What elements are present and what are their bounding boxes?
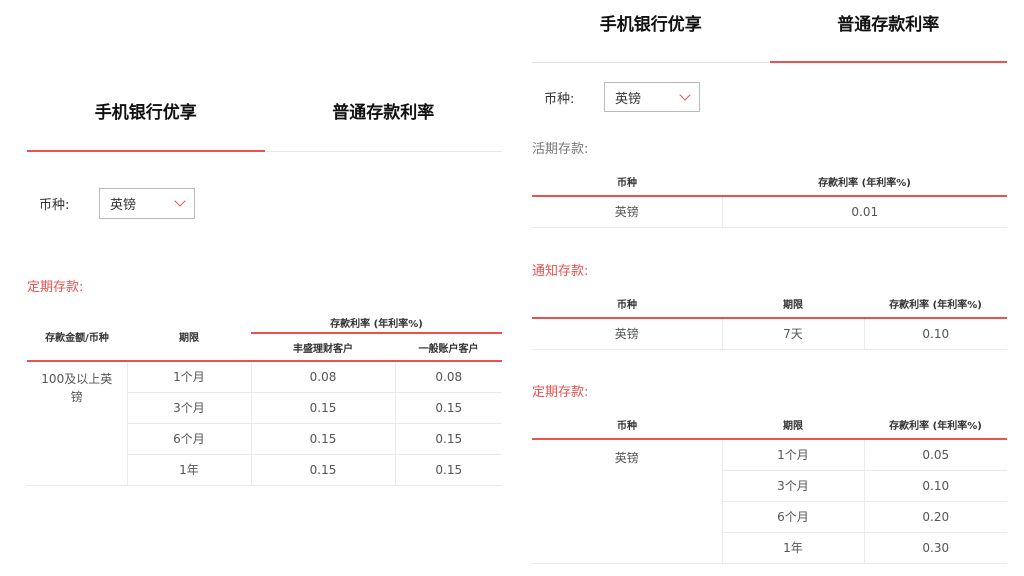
header-term: 期限 (127, 313, 251, 362)
currency-row: 币种: 英镑 (544, 82, 700, 112)
rate-cell: 0.10 (864, 318, 1007, 350)
term-cell: 1年 (722, 532, 865, 564)
currency-label: 币种: (39, 198, 70, 213)
notice-deposit-title: 通知存款: (532, 264, 589, 279)
header-currency: 币种 (532, 411, 722, 440)
rate-cell: 0.15 (395, 454, 502, 486)
table-row: 英镑 7天 0.10 (532, 318, 1007, 350)
right-panel: 手机银行优享 普通存款利率 币种: 英镑 活期存款: 币种 存款利率 (年利率%… (532, 0, 1007, 564)
header-rate: 存款利率 (年利率%) (864, 290, 1007, 319)
header-rate-group: 存款利率 (年利率%) (251, 313, 502, 334)
currency-value: 英镑 (615, 91, 642, 107)
tab-label: 手机银行优享 (599, 15, 702, 35)
table-row: 100及以上英镑 1个月 0.08 0.08 (27, 361, 502, 486)
rate-cell: 0.15 (251, 454, 396, 486)
chevron-down-icon (679, 88, 691, 101)
tab-standard-rates[interactable]: 普通存款利率 (265, 0, 503, 151)
table-row: 英镑 0.01 (532, 196, 1007, 228)
currency-label: 币种: (544, 91, 575, 107)
tab-standard-rates[interactable]: 普通存款利率 (769, 0, 1008, 63)
rate-cell: 0.05 (864, 439, 1007, 471)
rate-cell: 0.01 (722, 196, 1007, 228)
rate-cell: 0.15 (251, 392, 396, 424)
demand-deposit-title: 活期存款: (532, 142, 589, 157)
tab-label: 普通存款利率 (837, 15, 940, 35)
header-amount: 存款金额/币种 (27, 313, 127, 362)
table-row: 英镑 1个月 0.05 (532, 439, 1007, 564)
rate-cell: 0.08 (251, 361, 396, 393)
tab-bar: 手机银行优享 普通存款利率 (27, 0, 502, 152)
rate-cell: 0.15 (395, 423, 502, 455)
currency-select[interactable]: 英镑 (604, 82, 700, 112)
currency-value: 英镑 (110, 198, 137, 213)
rate-cell: 0.15 (395, 392, 502, 424)
term-cell: 6个月 (722, 501, 865, 533)
tab-mobile-banking[interactable]: 手机银行优享 (532, 0, 770, 62)
demand-deposit-table: 币种 存款利率 (年利率%) 英镑 0.01 (532, 168, 1007, 228)
tab-label: 手机银行优享 (94, 103, 197, 123)
rate-cell: 0.20 (864, 501, 1007, 533)
term-cell: 3个月 (127, 392, 252, 424)
currency-cell: 英镑 (532, 439, 723, 564)
currency-cell: 英镑 (532, 318, 723, 350)
rate-cell: 0.30 (864, 532, 1007, 564)
header-currency: 币种 (532, 168, 722, 197)
header-wealth-client: 丰盛理财客户 (251, 333, 395, 362)
currency-cell: 英镑 (532, 196, 723, 228)
fixed-deposit-table: 币种 期限 存款利率 (年利率%) 英镑 1个月 0.05 3个月 0.10 6… (532, 411, 1007, 564)
header-term: 期限 (722, 290, 864, 319)
fixed-deposit-title: 定期存款: (532, 385, 589, 400)
term-cell: 7天 (722, 318, 865, 350)
rate-cell: 0.10 (864, 470, 1007, 502)
term-cell: 6个月 (127, 423, 252, 455)
header-currency: 币种 (532, 290, 722, 319)
notice-deposit-table: 币种 期限 存款利率 (年利率%) 英镑 7天 0.10 (532, 290, 1007, 350)
left-panel: 手机银行优享 普通存款利率 币种: 英镑 定期存款: 存款金额/币种 期限 存款… (27, 0, 502, 486)
header-rate: 存款利率 (年利率%) (722, 168, 1007, 197)
fixed-deposit-table: 存款金额/币种 期限 存款利率 (年利率%) 丰盛理财客户 一般账户客户 100… (27, 313, 502, 486)
tab-label: 普通存款利率 (332, 103, 435, 123)
rate-cell: 0.15 (251, 423, 396, 455)
term-cell: 1个月 (127, 361, 252, 393)
amount-cell: 100及以上英镑 (27, 361, 128, 486)
currency-select[interactable]: 英镑 (99, 188, 195, 219)
term-cell: 1年 (127, 454, 252, 486)
chevron-down-icon (174, 195, 186, 207)
rate-cell: 0.08 (395, 361, 502, 393)
amount-value: 100及以上英镑 (41, 372, 113, 404)
tab-mobile-banking[interactable]: 手机银行优享 (27, 0, 265, 152)
header-term: 期限 (722, 411, 864, 440)
term-cell: 3个月 (722, 470, 865, 502)
currency-row: 币种: 英镑 (39, 188, 195, 219)
header-rate: 存款利率 (年利率%) (864, 411, 1007, 440)
header-general-client: 一般账户客户 (395, 333, 502, 362)
tab-bar: 手机银行优享 普通存款利率 (532, 0, 1007, 63)
fixed-deposit-title: 定期存款: (27, 280, 84, 295)
term-cell: 1个月 (722, 439, 865, 471)
